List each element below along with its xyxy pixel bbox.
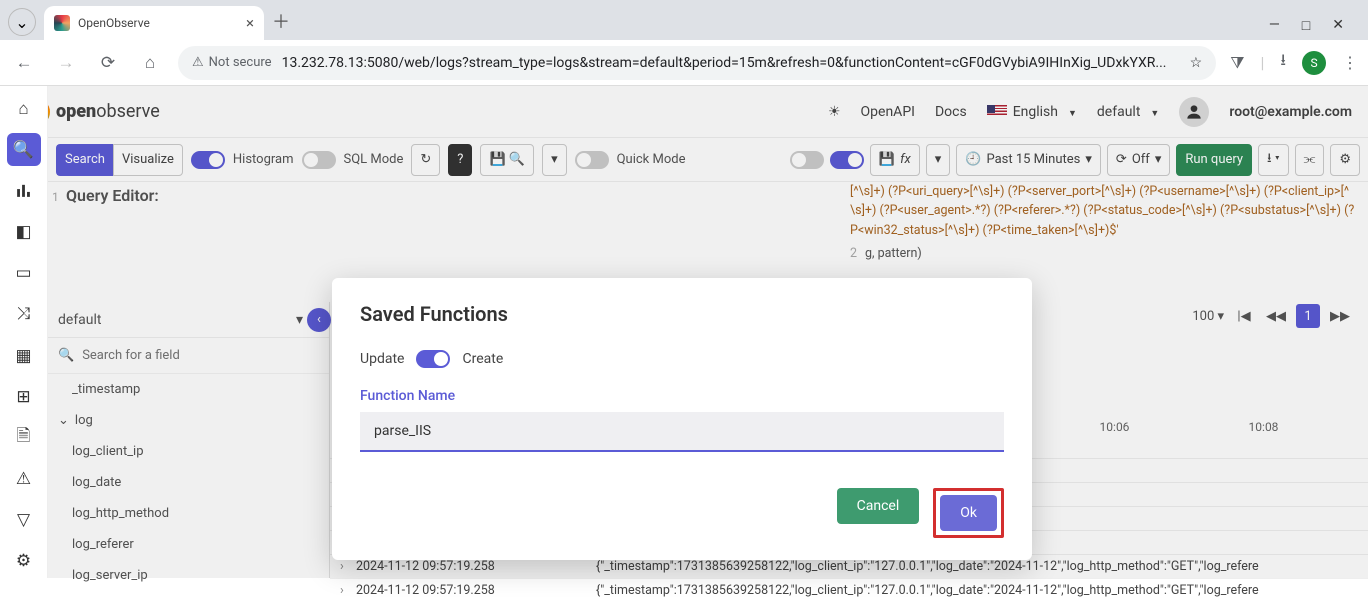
ok-button-highlight: Ok	[933, 488, 1004, 538]
nav-functions[interactable]: ▽	[7, 504, 41, 537]
window-close-button[interactable]: ✕	[1332, 17, 1344, 34]
url-text: 13.232.78.13:5080/web/logs?stream_type=l…	[282, 55, 1180, 71]
ok-button[interactable]: Ok	[940, 495, 997, 531]
site-security-indicator[interactable]: ⚠ Not secure	[192, 55, 272, 70]
extensions-icon[interactable]: ⧩	[1230, 53, 1244, 73]
downloads-icon[interactable]: ⭳	[1280, 49, 1286, 76]
window-minimize-button[interactable]: —	[1269, 17, 1280, 34]
nav-refresh-button[interactable]: ⟳	[94, 53, 122, 73]
browser-chrome: ⌄ OpenObserve × ＋ — □ ✕ ← → ⟳ ⌂ ⚠ Not se…	[0, 0, 1368, 86]
browser-tab[interactable]: OpenObserve ×	[44, 6, 264, 40]
nav-pipelines[interactable]: ⤨	[7, 298, 41, 331]
nav-search[interactable]: 🔍	[7, 133, 41, 166]
mode-toggle[interactable]	[416, 350, 450, 368]
nav-back-button[interactable]: ←	[10, 53, 38, 73]
profile-avatar[interactable]: S	[1302, 51, 1326, 75]
modal-title: Saved Functions	[360, 302, 1004, 326]
nav-metrics[interactable]	[7, 174, 41, 207]
tab-search-dropdown[interactable]: ⌄	[8, 8, 36, 36]
nav-forward-button[interactable]: →	[52, 53, 80, 73]
nav-home-button[interactable]: ⌂	[136, 53, 164, 73]
chrome-menu-icon[interactable]: ⋮	[1342, 53, 1358, 72]
tab-title: OpenObserve	[78, 16, 150, 30]
tab-favicon	[54, 15, 70, 31]
nav-dashboards[interactable]: ▦	[7, 339, 41, 372]
bookmark-star-icon[interactable]: ☆	[1190, 55, 1203, 71]
function-name-input[interactable]	[360, 412, 1004, 452]
window-maximize-button[interactable]: □	[1302, 17, 1310, 34]
nav-traces[interactable]: ◧	[7, 216, 41, 249]
left-nav-rail: ⌂ 🔍 ◧ ▭ ⤨ ▦ ⊞ 🗎 ⚠ ▽ ⚙	[0, 86, 48, 578]
nav-home[interactable]: ⌂	[7, 92, 41, 125]
address-bar[interactable]: ⚠ Not secure 13.232.78.13:5080/web/logs?…	[178, 46, 1216, 80]
function-name-label: Function Name	[360, 388, 1004, 404]
mode-create-label: Create	[462, 351, 503, 367]
not-secure-label: Not secure	[209, 55, 272, 70]
nav-streams[interactable]: ⊞	[7, 380, 41, 413]
table-row[interactable]: ›2024-11-12 09:57:19.258{"_timestamp":17…	[330, 578, 1368, 602]
new-tab-button[interactable]: ＋	[272, 8, 290, 34]
cancel-button[interactable]: Cancel	[837, 488, 920, 524]
saved-functions-modal: Saved Functions Update Create Function N…	[332, 278, 1032, 560]
warning-icon: ⚠	[192, 55, 204, 70]
tab-close-icon[interactable]: ×	[246, 14, 254, 32]
mode-update-label: Update	[360, 351, 404, 367]
nav-alerts[interactable]: ⚠	[7, 463, 41, 496]
nav-iam[interactable]: ⚙	[7, 545, 41, 578]
nav-reports[interactable]: 🗎	[7, 421, 41, 454]
nav-rum[interactable]: ▭	[7, 257, 41, 290]
